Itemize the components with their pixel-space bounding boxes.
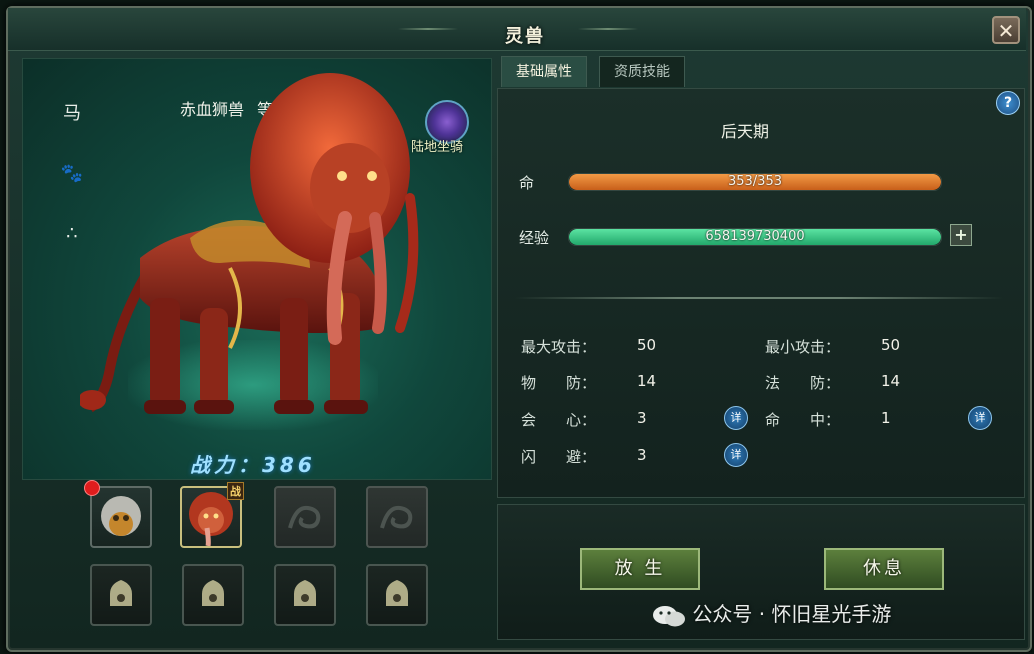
rest-button[interactable]: 休息 — [824, 548, 944, 590]
stat-value-magic-defense: 14 — [881, 372, 901, 390]
tab-basic-attributes[interactable]: 基础属性 — [501, 56, 587, 87]
notification-dot — [84, 480, 100, 496]
stat-name-dodge: 闪 避： — [521, 448, 597, 466]
pet-model-lion — [80, 73, 419, 414]
exp-label: 经验 — [519, 229, 550, 247]
stat-name-physical-defense: 物 防： — [521, 374, 597, 392]
exp-value: 65813973040​0 — [705, 229, 805, 244]
dragon-silhouette-icon — [288, 505, 321, 529]
stat-value-max-attack: 50 — [637, 336, 657, 354]
hp-bar: 353/353 — [568, 173, 942, 191]
hp-value: 353/353 — [727, 174, 782, 189]
stat-value-dodge: 3 — [637, 446, 647, 464]
close-button[interactable]: ✕ — [992, 16, 1020, 44]
dragon-silhouette-icon — [380, 505, 413, 529]
dodge-detail-button[interactable]: 详 — [724, 443, 748, 467]
title-ornament-right — [578, 28, 638, 30]
pet-slot-2[interactable]: 战 — [180, 482, 244, 548]
stat-name-magic-defense: 法 防： — [765, 374, 841, 392]
stat-name-min-attack: 最小攻击： — [765, 338, 841, 356]
stat-value-physical-defense: 14 — [637, 372, 657, 390]
pet-slot-3[interactable] — [274, 486, 336, 548]
stat-name-max-attack: 最大攻击： — [521, 338, 597, 356]
stat-value-critical: 3 — [637, 409, 647, 427]
locked-slot-3[interactable] — [274, 564, 336, 626]
stats-divider — [515, 297, 1003, 299]
watermark: 公众号 · 怀旧星光手游 — [652, 598, 891, 628]
stat-value-accuracy: 1 — [881, 409, 891, 427]
pet-slot-1[interactable] — [84, 480, 152, 548]
lock-icon — [294, 580, 316, 606]
window-title: 灵兽 — [505, 26, 545, 47]
wechat-icon — [653, 605, 685, 626]
lock-icon — [386, 580, 408, 606]
title-bar: 灵兽 — [8, 8, 1026, 51]
cultivation-stage: 后天期 — [720, 122, 769, 141]
stats-panel — [497, 88, 1025, 498]
tab-bar: 基础属性 资质技能 — [495, 56, 1020, 88]
tab-aptitude-skills[interactable]: 资质技能 — [599, 56, 685, 87]
lock-icon — [202, 580, 224, 606]
lock-icon — [110, 580, 132, 606]
critical-detail-button[interactable]: 详 — [724, 406, 748, 430]
locked-slot-4[interactable] — [366, 564, 428, 626]
watermark-text: 公众号 · 怀旧星光手游 — [692, 602, 892, 626]
exp-bar: 65813973040​0 — [568, 228, 942, 246]
combat-power: 战力：386 — [190, 453, 316, 477]
add-exp-button[interactable]: + — [950, 224, 972, 246]
locked-slot-2[interactable] — [182, 564, 244, 626]
pet-slot-4[interactable] — [366, 486, 428, 548]
title-ornament-left — [398, 28, 458, 30]
close-icon: ✕ — [997, 19, 1015, 43]
hp-label: 命 — [519, 174, 535, 192]
pet-portrait-silver-lion-icon — [101, 496, 141, 536]
stat-value-min-attack: 50 — [881, 336, 901, 354]
release-button[interactable]: 放 生 — [580, 548, 700, 590]
stat-name-accuracy: 命 中： — [765, 411, 841, 429]
stat-name-critical: 会 心： — [521, 411, 597, 429]
accuracy-detail-button[interactable]: 详 — [968, 406, 992, 430]
help-icon[interactable]: ? — [996, 91, 1020, 115]
locked-slot-1[interactable] — [90, 564, 152, 626]
war-tag: 战 — [227, 482, 244, 500]
